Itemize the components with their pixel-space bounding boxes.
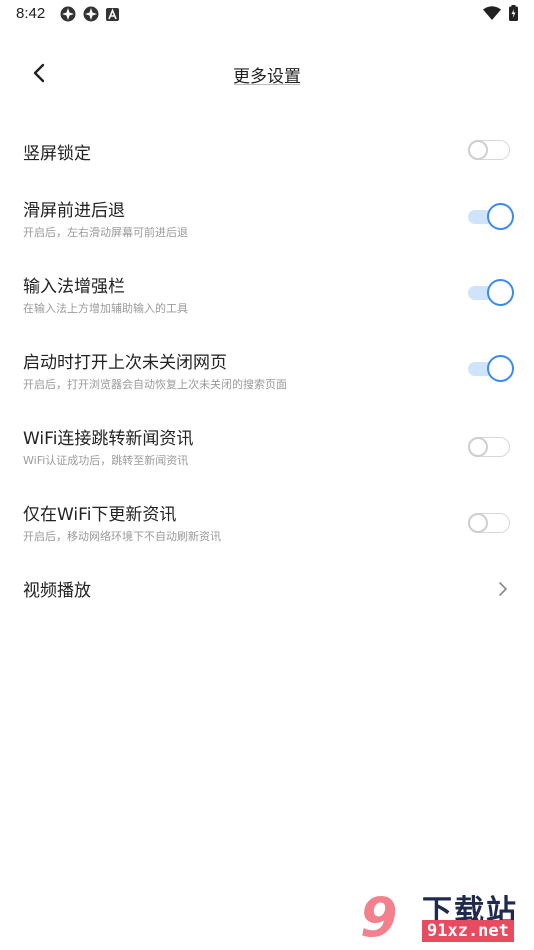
- setting-row-swipe-navigation[interactable]: 滑屏前进后退 开启后，左右滑动屏幕可前进后退: [0, 188, 534, 264]
- setting-subtitle: 开启后，移动网络环境下不自动刷新资讯: [23, 530, 221, 543]
- toggle-knob: [468, 140, 488, 160]
- app-icon: [83, 6, 99, 22]
- wifi-news-redirect-toggle[interactable]: [466, 434, 512, 458]
- setting-label: 视频播放: [23, 581, 91, 601]
- setting-row-video-playback[interactable]: 视频播放: [0, 568, 534, 628]
- title-bar: 更多设置: [0, 50, 534, 96]
- wifi-icon: [483, 6, 501, 20]
- toggle-knob: [487, 279, 514, 306]
- setting-label: WiFi连接跳转新闻资讯: [23, 429, 194, 449]
- setting-subtitle: 在输入法上方增加辅助输入的工具: [23, 302, 188, 315]
- setting-row-wifi-news-redirect[interactable]: WiFi连接跳转新闻资讯 WiFi认证成功后，跳转至新闻资讯: [0, 416, 534, 492]
- setting-label: 仅在WiFi下更新资讯: [23, 505, 177, 525]
- setting-label: 竖屏锁定: [23, 144, 91, 164]
- setting-subtitle: 开启后，左右滑动屏幕可前进后退: [23, 226, 188, 239]
- swipe-navigation-toggle[interactable]: [466, 203, 514, 230]
- input-toolbar-toggle[interactable]: [466, 279, 514, 306]
- watermark-emblem: 9: [360, 886, 398, 949]
- app-icon: [60, 6, 76, 22]
- setting-row-wifi-only-news[interactable]: 仅在WiFi下更新资讯 开启后，移动网络环境下不自动刷新资讯: [0, 492, 534, 568]
- setting-row-portrait-lock[interactable]: 竖屏锁定: [0, 112, 534, 188]
- notification-a-icon: [106, 7, 119, 21]
- setting-row-input-toolbar[interactable]: 输入法增强栏 在输入法上方增加辅助输入的工具: [0, 264, 534, 340]
- restore-pages-toggle[interactable]: [466, 355, 514, 382]
- settings-list: 竖屏锁定 滑屏前进后退 开启后，左右滑动屏幕可前进后退 输入法增强栏 在输入法上…: [0, 112, 534, 628]
- status-notification-icons: [60, 6, 119, 22]
- setting-subtitle: WiFi认证成功后，跳转至新闻资讯: [23, 454, 189, 467]
- status-system-icons: [483, 5, 518, 21]
- toggle-knob: [468, 513, 488, 533]
- toggle-knob: [487, 203, 514, 230]
- setting-row-restore-pages[interactable]: 启动时打开上次未关闭网页 开启后，打开浏览器会自动恢复上次未关闭的搜索页面: [0, 340, 534, 416]
- toggle-knob: [468, 437, 488, 457]
- title-underline: [234, 84, 300, 85]
- status-time: 8:42: [16, 5, 46, 22]
- setting-label: 输入法增强栏: [23, 277, 125, 297]
- setting-subtitle: 开启后，打开浏览器会自动恢复上次未关闭的搜索页面: [23, 378, 287, 391]
- battery-icon: [509, 5, 518, 21]
- wifi-only-news-toggle[interactable]: [466, 510, 512, 534]
- setting-label: 滑屏前进后退: [23, 201, 125, 221]
- watermark-url: 91xz.net: [422, 920, 514, 942]
- toggle-knob: [487, 355, 514, 382]
- chevron-right-icon: [499, 582, 507, 596]
- portrait-lock-toggle[interactable]: [466, 137, 512, 161]
- setting-label: 启动时打开上次未关闭网页: [23, 353, 227, 373]
- status-bar: 8:42: [0, 0, 534, 28]
- watermark-logo: 9 下载站 91xz.net: [360, 886, 530, 949]
